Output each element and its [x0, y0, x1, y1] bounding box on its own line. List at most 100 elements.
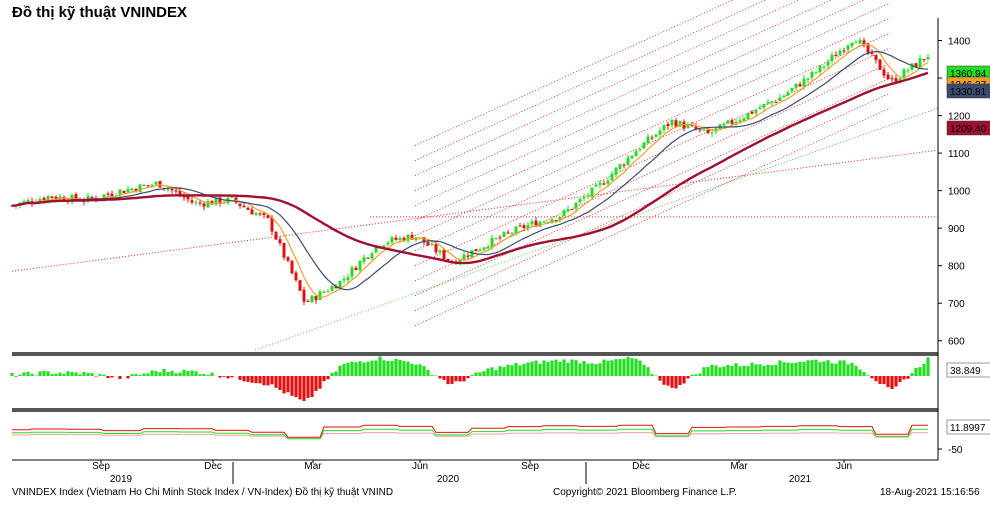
candle-body: [366, 257, 370, 259]
histogram-bar: [450, 376, 454, 384]
histogram-bar: [58, 372, 62, 376]
candle-body: [90, 196, 94, 198]
candle-body: [590, 187, 594, 197]
histogram-bar: [622, 359, 626, 376]
candle-body: [642, 142, 646, 149]
histogram-bar: [306, 376, 310, 398]
histogram-bar: [830, 363, 834, 376]
histogram-bar: [202, 373, 206, 376]
candle-body: [326, 291, 330, 293]
histogram-bar: [750, 362, 754, 376]
histogram-bar: [878, 376, 882, 384]
candle-body: [282, 242, 286, 258]
histogram-bar: [534, 360, 538, 376]
price-tick-label: 1000: [948, 187, 971, 198]
candle-body: [754, 110, 758, 114]
value-label: 1330.81: [950, 87, 987, 98]
histogram-bar: [230, 376, 234, 378]
histogram-bar: [518, 365, 522, 376]
price-tick-label: 600: [948, 337, 965, 348]
histogram-bar: [562, 359, 566, 376]
histogram-bar: [470, 375, 474, 376]
histogram-bar: [594, 364, 598, 376]
histogram-bar: [462, 376, 466, 382]
candle-body: [290, 260, 294, 274]
histogram-bar: [550, 360, 554, 376]
histogram-bar: [846, 364, 850, 376]
panel-separator: [12, 408, 938, 412]
histogram-bar: [478, 372, 482, 376]
candle-body: [238, 203, 242, 207]
histogram-bar: [918, 367, 922, 376]
histogram-bar: [642, 364, 646, 376]
histogram-bar: [142, 373, 146, 376]
histogram-bar: [206, 374, 210, 376]
histogram-bar: [502, 367, 506, 376]
histogram-bar: [866, 375, 870, 376]
candle-body: [594, 184, 598, 187]
candle-body: [574, 202, 578, 209]
candle-body: [634, 151, 638, 157]
histogram-bar: [926, 357, 930, 376]
histogram-bar: [414, 364, 418, 376]
candle-body: [926, 57, 930, 60]
candle-body: [430, 243, 434, 245]
histogram-bar: [722, 366, 726, 376]
histogram-bar: [854, 365, 858, 376]
candle-body: [614, 167, 618, 175]
histogram-bar: [794, 362, 798, 376]
candle-body: [698, 129, 702, 131]
histogram-bar: [882, 376, 886, 385]
histogram-bar: [78, 374, 82, 376]
histogram-bar: [762, 365, 766, 376]
histogram-bar: [334, 371, 338, 376]
candle-body: [306, 300, 310, 302]
candle-body: [722, 123, 726, 126]
candle-body: [674, 120, 678, 127]
histogram-bar: [62, 373, 66, 376]
candle-body: [746, 112, 750, 119]
candle-body: [726, 120, 730, 124]
channel-line: [414, 0, 865, 207]
histogram-bar: [150, 370, 154, 376]
candle-body: [542, 221, 546, 223]
histogram-bar: [438, 376, 442, 379]
price-tick-label: 900: [948, 224, 965, 235]
histogram-bar: [34, 375, 38, 376]
footer-copyright: Copyright© 2021 Bloomberg Finance L.P.: [553, 487, 737, 498]
candle-body: [130, 188, 134, 191]
year-label: 2019: [110, 474, 133, 485]
candle-body: [846, 45, 850, 50]
candle-body: [794, 83, 798, 88]
histogram-bar: [126, 376, 130, 379]
histogram-bar: [262, 376, 266, 386]
candle-body: [894, 78, 898, 82]
histogram-bar: [474, 372, 478, 376]
candle-body: [626, 157, 630, 165]
histogram-bar: [490, 367, 494, 376]
histogram-bar: [454, 376, 458, 382]
histogram-bar: [498, 366, 502, 376]
candle-body: [646, 136, 650, 144]
histogram-bar: [70, 372, 74, 376]
candle-body: [398, 237, 402, 241]
candle-body: [814, 72, 818, 74]
histogram-bar: [226, 376, 230, 379]
candle-body: [298, 280, 302, 291]
candle-body: [870, 52, 874, 54]
candle-body: [858, 40, 862, 44]
candle-body: [158, 180, 162, 188]
channel-line: [414, 47, 891, 267]
candle-body: [370, 253, 374, 259]
histogram-bar: [586, 363, 590, 376]
price-tick-label: 1100: [948, 149, 970, 160]
histogram-bar: [134, 374, 138, 376]
histogram-bar: [826, 360, 830, 376]
histogram-bar: [554, 359, 558, 376]
histogram-bar: [602, 359, 606, 376]
histogram-bar: [646, 367, 650, 376]
technical-chart: 60070080090010001100120013001400 1360.94…: [10, 0, 990, 485]
candle-body: [770, 101, 774, 103]
histogram-bar: [14, 376, 18, 377]
histogram-bar: [22, 372, 26, 376]
